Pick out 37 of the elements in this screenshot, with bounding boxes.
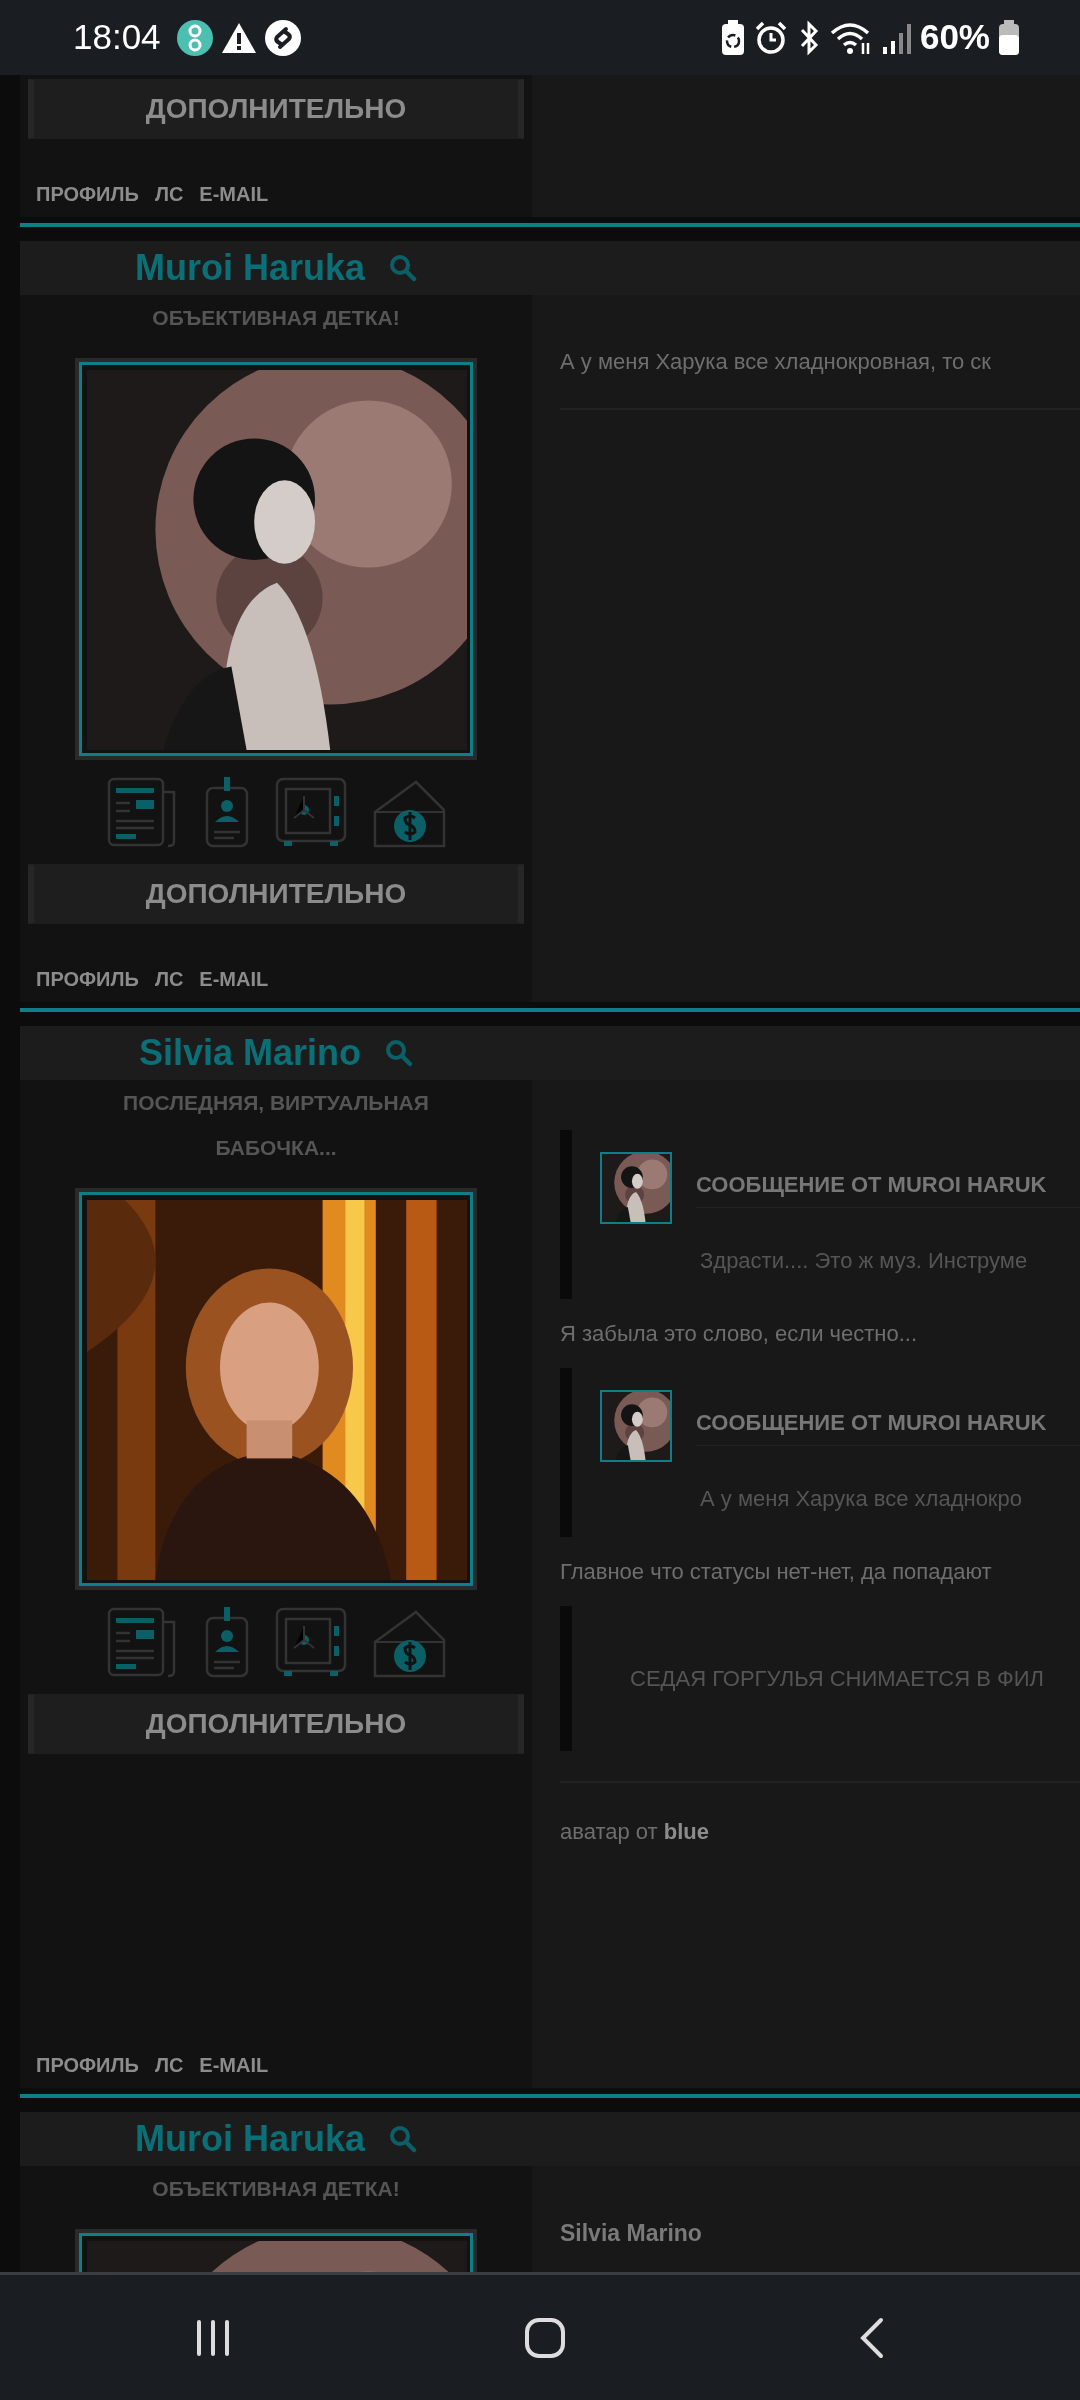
alarm-icon: [753, 20, 788, 55]
profile-link[interactable]: E-MAIL: [199, 2050, 269, 2080]
user-status: ПОСЛЕДНЯЯ, ВИРТУАЛЬНАЯ БАБОЧКА...: [122, 1090, 430, 1161]
post-text: А у меня Харука все хладнокровная, то ск: [560, 348, 992, 376]
clock-time: 18:04: [73, 16, 161, 59]
swirl-icon: [264, 19, 301, 56]
battery-saver-icon: [719, 19, 746, 56]
user-status: ОБЪЕКТИВНАЯ ДЕТКА!: [151, 305, 401, 331]
post-text: Я забыла это слово, если честно...: [560, 1320, 919, 1348]
more-button[interactable]: ДОПОЛНИТЕЛЬНО: [28, 864, 524, 924]
profile-link[interactable]: ПРОФИЛЬ: [36, 179, 139, 209]
profile-link[interactable]: ЛС: [154, 964, 184, 994]
safe-icon: [274, 1606, 348, 1678]
quote-text: Здрасти.... Это ж муз. Инструме: [699, 1247, 1029, 1275]
more-button[interactable]: ДОПОЛНИТЕЛЬНО: [28, 79, 524, 139]
battery-icon: [998, 19, 1020, 56]
gear-icon: [176, 19, 213, 56]
id-badge-icon: [204, 776, 250, 848]
profile-link[interactable]: ПРОФИЛЬ: [36, 964, 139, 994]
post-author-line: Silvia Marino: [560, 2219, 703, 2248]
quote-header: СООБЩЕНИЕ ОТ MUROI HARUK: [696, 1406, 1080, 1446]
post-text: Главное что статусы нет-нет, да попадают: [560, 1558, 993, 1586]
quote-text: А у меня Харука все хладнокро: [699, 1485, 1023, 1513]
profile-link[interactable]: E-MAIL: [199, 179, 269, 209]
more-button[interactable]: ДОПОЛНИТЕЛЬНО: [28, 1694, 524, 1754]
safe-icon: [274, 776, 348, 848]
battery-percent: 60%: [919, 16, 990, 59]
signature-text: аватар от blue: [560, 1818, 710, 1846]
quote-text: СЕДАЯ ГОРГУЛЬЯ СНИМАЕТСЯ В ФИЛ: [629, 1665, 1045, 1693]
profile-link[interactable]: ЛС: [154, 179, 184, 209]
profile-link[interactable]: E-MAIL: [199, 964, 269, 994]
quote-header: СООБЩЕНИЕ ОТ MUROI HARUK: [696, 1168, 1080, 1208]
id-badge-icon: [204, 1606, 250, 1678]
profile-link[interactable]: ЛС: [154, 2050, 184, 2080]
home-icon[interactable]: [523, 2315, 567, 2360]
profile-link[interactable]: ПРОФИЛЬ: [36, 2050, 139, 2080]
user-status: ОБЪЕКТИВНАЯ ДЕТКА!: [151, 2176, 401, 2202]
